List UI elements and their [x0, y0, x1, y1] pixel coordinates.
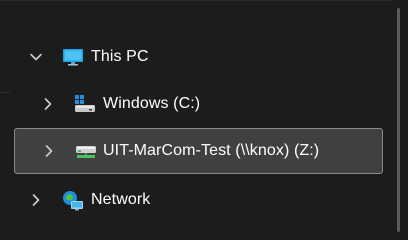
tree-item-network-drive[interactable]: UIT-MarCom-Test (\\knox) (Z:)	[14, 128, 383, 174]
top-divider	[0, 0, 393, 1]
tree-item-label: Network	[91, 191, 151, 208]
tree-item-windows-drive[interactable]: Windows (C:)	[0, 86, 393, 122]
windows-drive-icon	[74, 94, 95, 114]
tree-item-this-pc[interactable]: This PC	[0, 39, 393, 75]
tree-item-network[interactable]: Network	[0, 182, 393, 218]
chevron-down-icon[interactable]	[28, 49, 44, 65]
tree-item-label: This PC	[91, 48, 149, 65]
chevron-right-icon[interactable]	[40, 96, 56, 112]
network-icon	[62, 190, 83, 211]
vertical-scrollbar[interactable]	[397, 8, 400, 232]
chevron-right-icon[interactable]	[41, 143, 57, 159]
navigation-pane: This PC Windows (C:) UIT-MarCom-Test (\\…	[0, 0, 408, 239]
tree-item-label: UIT-MarCom-Test (\\knox) (Z:)	[103, 142, 320, 159]
this-pc-icon	[62, 47, 83, 67]
network-drive-icon	[75, 141, 96, 161]
chevron-right-icon[interactable]	[28, 192, 44, 208]
tree-item-label: Windows (C:)	[103, 95, 201, 112]
